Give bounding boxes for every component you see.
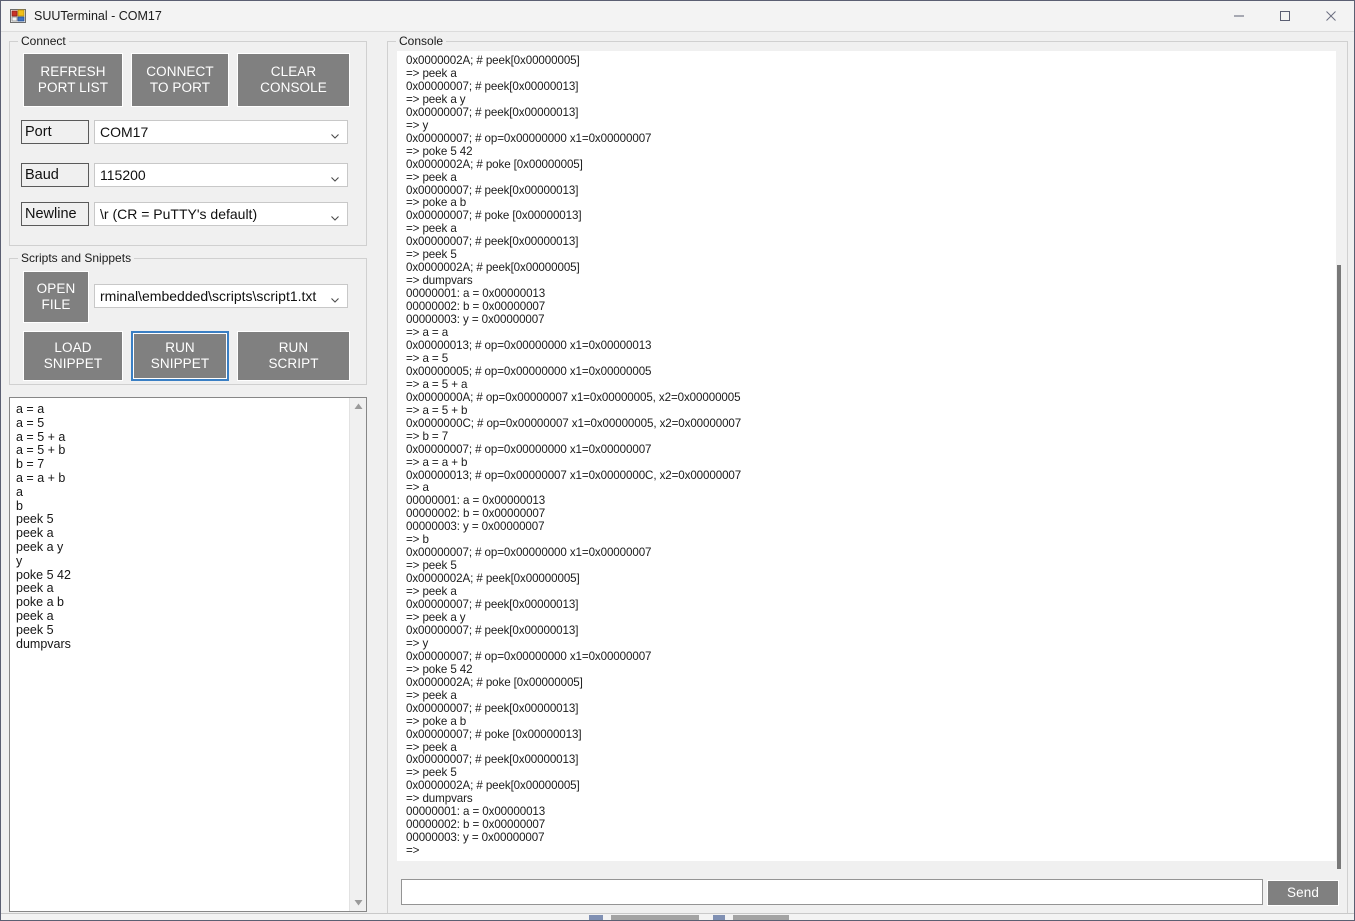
baud-select-value: 115200 [100,167,146,183]
taskbar-sliver [1,913,1354,920]
run-script-button[interactable]: RUN SCRIPT [237,331,350,381]
clear-console-button[interactable]: CLEAR CONSOLE [237,53,350,107]
connect-group-legend: Connect [18,34,69,48]
newline-label: Newline [21,202,89,226]
newline-select[interactable]: \r (CR = PuTTY's default) [94,202,348,226]
connect-to-port-button[interactable]: CONNECT TO PORT [131,53,229,107]
chevron-down-icon [329,290,341,303]
script-path-select[interactable]: rminal\embedded\scripts\script1.txt [94,284,348,308]
scripts-group-legend: Scripts and Snippets [18,251,135,265]
maximize-button[interactable] [1262,1,1308,31]
console-input[interactable] [401,879,1263,905]
title-bar: SUUTerminal - COM17 [1,1,1354,32]
port-select-value: COM17 [100,124,149,140]
window-title: SUUTerminal - COM17 [34,9,162,23]
scroll-up-icon[interactable] [350,398,366,415]
console-scrollbar-thumb[interactable] [1337,265,1341,869]
snippet-editor-scrollbar[interactable] [349,398,366,911]
snippet-editor[interactable]: a = a a = 5 a = 5 + a a = 5 + b b = 7 a … [9,397,367,912]
baud-select[interactable]: 115200 [94,163,348,187]
taskbar-icons [589,915,789,920]
port-label: Port [21,120,89,144]
send-button[interactable]: Send [1267,880,1339,906]
chevron-down-icon [329,126,341,139]
open-file-button[interactable]: OPEN FILE [23,271,89,323]
newline-select-value: \r (CR = PuTTY's default) [100,206,258,222]
minimize-icon [1234,15,1244,17]
close-icon [1326,11,1336,21]
console-output-text: 0x0000002A; # peek[0x00000005] => peek a… [406,54,742,858]
script-path-value: rminal\embedded\scripts\script1.txt [100,288,317,304]
run-snippet-button[interactable]: RUN SNIPPET [131,331,229,381]
minimize-button[interactable] [1216,1,1262,31]
console-group-legend: Console [396,34,447,48]
chevron-down-icon [329,169,341,182]
load-snippet-button[interactable]: LOAD SNIPPET [23,331,123,381]
application-window: SUUTerminal - COM17 Connect REFRESH PORT… [0,0,1355,921]
baud-label: Baud [21,163,89,187]
console-output[interactable]: 0x0000002A; # peek[0x00000005] => peek a… [397,51,1338,861]
app-icon [10,8,26,24]
port-select[interactable]: COM17 [94,120,348,144]
refresh-port-list-button[interactable]: REFRESH PORT LIST [23,53,123,107]
close-button[interactable] [1308,1,1354,31]
scroll-down-icon[interactable] [350,894,366,911]
chevron-down-icon [329,208,341,221]
maximize-icon [1280,11,1290,21]
snippet-editor-content: a = a a = 5 a = 5 + a a = 5 + b b = 7 a … [16,402,71,651]
